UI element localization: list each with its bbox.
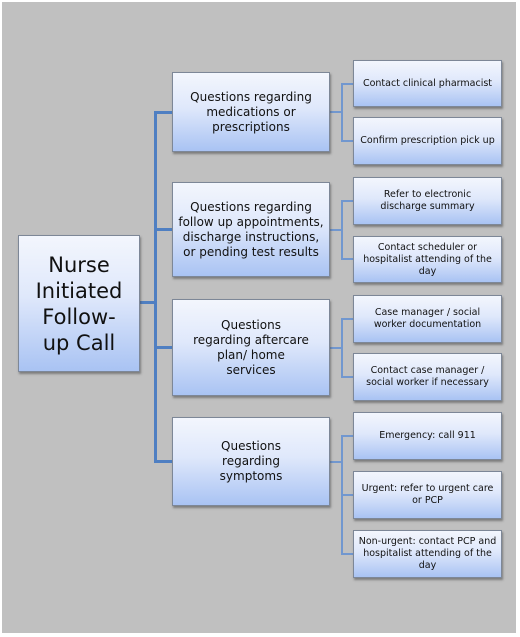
connector-leaf-trunk-1 bbox=[341, 83, 343, 142]
branch-node-label: Questions regarding aftercare plan/ home… bbox=[193, 317, 309, 377]
connector-branch-2 bbox=[154, 228, 173, 231]
action-node: Contact clinical pharmacist bbox=[353, 60, 502, 107]
branch-node-label: Questions regarding follow up appointmen… bbox=[178, 199, 324, 259]
root-node-label: Nurse Initiated Follow-up Call bbox=[35, 252, 123, 355]
action-node: Case manager / social worker documentati… bbox=[353, 295, 502, 343]
branch-node-follow-up: Questions regarding follow up appointmen… bbox=[172, 182, 330, 277]
action-node-label: Urgent: refer to urgent care or PCP bbox=[361, 483, 494, 506]
action-node: Refer to electronic discharge summary bbox=[353, 177, 502, 225]
action-node-label: Case manager / social worker documentati… bbox=[373, 307, 482, 330]
action-node: Confirm prescription pick up bbox=[353, 117, 502, 165]
action-node-label: Non-urgent: contact PCP and hospitalist … bbox=[358, 536, 497, 571]
action-node: Contact scheduler or hospitalist attendi… bbox=[353, 236, 502, 283]
branch-node-symptoms: Questions regarding symptoms bbox=[172, 417, 330, 506]
branch-node-label: Questions regarding medications or presc… bbox=[190, 89, 312, 134]
action-node-label: Refer to electronic discharge summary bbox=[380, 189, 475, 212]
branch-node-medications: Questions regarding medications or presc… bbox=[172, 72, 330, 152]
action-node: Non-urgent: contact PCP and hospitalist … bbox=[353, 530, 502, 578]
branch-node-aftercare: Questions regarding aftercare plan/ home… bbox=[172, 299, 330, 396]
connector-branch-1 bbox=[154, 111, 173, 114]
root-node: Nurse Initiated Follow-up Call bbox=[18, 235, 140, 372]
connector-leaf-trunk-3 bbox=[341, 318, 343, 378]
connector-trunk bbox=[154, 111, 157, 463]
action-node-label: Contact scheduler or hospitalist attendi… bbox=[363, 241, 492, 277]
action-node: Contact case manager / social worker if … bbox=[353, 353, 502, 401]
branch-node-label: Questions regarding symptoms bbox=[219, 439, 283, 483]
action-node-label: Contact clinical pharmacist bbox=[362, 77, 493, 89]
connector-leaf-trunk-2 bbox=[341, 200, 343, 260]
action-node: Emergency: call 911 bbox=[353, 412, 502, 460]
connector-branch-3 bbox=[154, 346, 173, 349]
connector-branch-4 bbox=[154, 460, 173, 463]
action-node: Urgent: refer to urgent care or PCP bbox=[353, 471, 502, 519]
action-node-label: Contact case manager / social worker if … bbox=[366, 365, 489, 388]
action-node-label: Confirm prescription pick up bbox=[360, 135, 495, 146]
action-node-label: Emergency: call 911 bbox=[379, 430, 476, 441]
